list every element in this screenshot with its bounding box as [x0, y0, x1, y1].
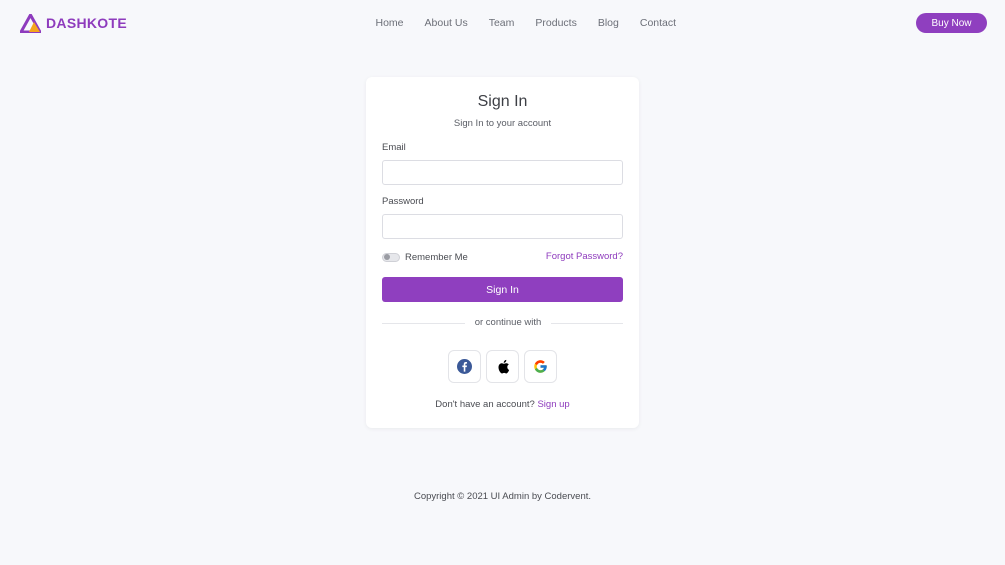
nav-item-blog[interactable]: Blog: [587, 17, 629, 29]
google-icon: [534, 360, 547, 373]
nav-item-products[interactable]: Products: [525, 17, 587, 29]
forgot-password-link[interactable]: Forgot Password?: [500, 251, 623, 262]
facebook-login-button[interactable]: [448, 350, 481, 383]
apple-icon: [497, 359, 509, 374]
sign-in-button[interactable]: Sign In: [382, 277, 623, 302]
email-field[interactable]: [382, 160, 623, 185]
remember-label: Remember Me: [405, 251, 468, 263]
top-navbar: DASHKOTE Home About Us Team Products Blo…: [0, 0, 1005, 46]
apple-login-button[interactable]: [486, 350, 519, 383]
remember-toggle[interactable]: [382, 252, 400, 262]
divider-right: [551, 323, 623, 324]
toggle-knob: [384, 254, 390, 260]
main-nav: Home About Us Team Products Blog Contact: [365, 0, 687, 46]
facebook-icon: [457, 359, 472, 374]
signup-prompt: Don't have an account?: [435, 399, 535, 410]
google-login-button[interactable]: [524, 350, 557, 383]
password-field[interactable]: [382, 214, 623, 239]
email-label: Email: [382, 142, 406, 153]
remember-me[interactable]: Remember Me: [382, 250, 468, 264]
password-label: Password: [382, 196, 424, 207]
divider-text: or continue with: [474, 317, 542, 328]
triangle-logo-icon: [20, 13, 41, 33]
brand-name: DASHKOTE: [46, 15, 127, 31]
brand[interactable]: DASHKOTE: [20, 13, 127, 33]
footer-copyright: Copyright © 2021 UI Admin by Codervent.: [413, 491, 592, 502]
page-subtitle: Sign In to your account: [453, 118, 552, 129]
nav-item-team[interactable]: Team: [478, 17, 525, 29]
page-title: Sign In: [477, 93, 528, 110]
divider-left: [382, 323, 465, 324]
buy-now-button[interactable]: Buy Now: [916, 13, 987, 33]
nav-item-contact[interactable]: Contact: [629, 17, 686, 29]
signup-row: Don't have an account? Sign up: [0, 399, 1005, 410]
nav-item-about-us[interactable]: About Us: [414, 17, 478, 29]
sign-up-link[interactable]: Sign up: [537, 399, 569, 410]
nav-item-home[interactable]: Home: [365, 17, 414, 29]
